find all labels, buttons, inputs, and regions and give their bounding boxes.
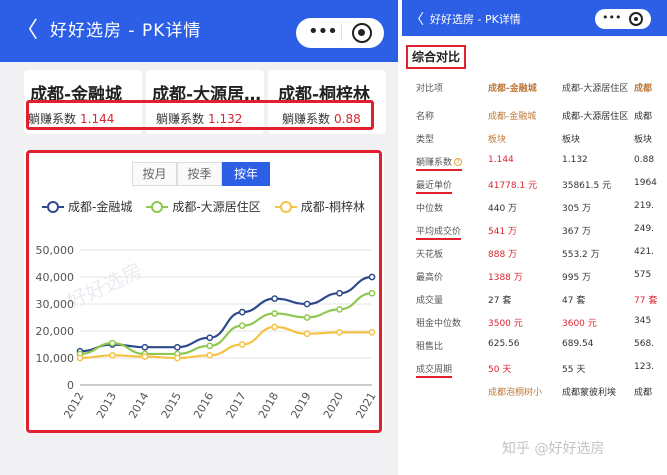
row-value: 0.88: [634, 155, 655, 165]
table-row: 类型 板块 板块 板块: [402, 127, 667, 150]
row-label: 名称: [416, 112, 435, 122]
header-cell: 对比项: [416, 84, 444, 94]
row-value: 553.2 万: [562, 250, 600, 260]
row-label: 中位数: [416, 204, 444, 214]
row-value: 689.54: [562, 339, 594, 349]
row-value: 421.: [634, 247, 655, 257]
help-icon[interactable]: ?: [454, 158, 463, 166]
table-row: 成都泡桐树小 成都蒙彼利埃 成都: [402, 380, 667, 403]
row-value: 3600 元: [562, 319, 597, 329]
nav-bar: 〈 好好选房 - PK详情 •••: [402, 0, 667, 36]
more-icon[interactable]: •••: [602, 11, 621, 25]
close-target-icon[interactable]: [629, 12, 643, 26]
row-value: 1.144: [488, 155, 514, 165]
row-value: 成都蒙彼利埃: [562, 388, 617, 398]
nav-bar: 〈 好好选房 - PK详情 •••: [0, 0, 398, 62]
page-title: 好好选房 - PK详情: [430, 13, 521, 26]
close-target-icon[interactable]: [352, 23, 372, 43]
row-label: 最近单价: [416, 178, 453, 194]
table-row: 租金中位数 3500 元 3600 元 345: [402, 311, 667, 334]
row-value: 50 天: [488, 365, 512, 375]
miniprogram-capsule: •••: [296, 18, 384, 48]
bottom-area: [0, 440, 398, 475]
row-value: 成都泡桐树小: [488, 388, 543, 398]
miniprogram-capsule: •••: [595, 9, 651, 29]
row-value: 1964: [634, 178, 657, 188]
row-value: 板块: [634, 135, 653, 145]
row-label: 躺赚系数?: [416, 155, 463, 171]
table-row: 名称 成都-金融城 成都-大源居住区 成都: [402, 104, 667, 127]
row-value: 888 万: [488, 250, 518, 260]
table-row: 租售比 625.56 689.54 568.: [402, 334, 667, 357]
table-row: 天花板 888 万 553.2 万 421.: [402, 242, 667, 265]
table-row: 中位数 440 万 305 万 219.: [402, 196, 667, 219]
row-value: 568.: [634, 339, 655, 349]
row-label: 最高价: [416, 273, 444, 283]
row-label: 平均成交价: [416, 224, 462, 240]
right-screen: 〈 好好选房 - PK详情 ••• 综合对比 对比项 成都-金融城 成都-大源居…: [398, 0, 667, 475]
table-row: 最高价 1388 万 995 万 575: [402, 265, 667, 288]
capsule-divider: [341, 25, 342, 41]
row-label: 租金中位数: [416, 319, 462, 329]
row-value: 77 套: [634, 296, 658, 306]
row-label: 成交周期: [416, 362, 453, 378]
table-row: 成交周期 50 天 55 天 123.: [402, 357, 667, 380]
table-row: 最近单价 41778.1 元 35861.5 元 1964: [402, 173, 667, 196]
row-value: 541 万: [488, 227, 518, 237]
annotation-box: [26, 150, 382, 433]
row-value: 345: [634, 316, 652, 326]
table-row: 躺赚系数? 1.144 1.132 0.88: [402, 150, 667, 173]
row-value: 995 万: [562, 273, 592, 283]
table-row: 成交量 27 套 47 套 77 套: [402, 288, 667, 311]
back-icon[interactable]: 〈: [410, 9, 424, 29]
row-value: 367 万: [562, 227, 592, 237]
row-label: 天花板: [416, 250, 444, 260]
section-title: 综合对比: [406, 45, 466, 69]
row-label: 类型: [416, 135, 435, 145]
row-value: 47 套: [562, 296, 586, 306]
page-title: 好好选房 - PK详情: [50, 21, 202, 41]
header-cell: 成都-金融城: [488, 84, 537, 94]
row-value: 219.: [634, 201, 655, 211]
row-value: 27 套: [488, 296, 512, 306]
annotation-box: [26, 100, 374, 130]
footer-watermark: 知乎 @好好选房: [502, 441, 605, 457]
row-value: 3500 元: [488, 319, 523, 329]
row-value: 成都: [634, 112, 653, 122]
row-value: 板块: [488, 135, 507, 145]
table-row: 平均成交价 541 万 367 万 249.: [402, 219, 667, 242]
row-label: 成交量: [416, 296, 444, 306]
row-value: 305 万: [562, 204, 592, 214]
back-icon[interactable]: 〈: [16, 18, 38, 44]
row-value: 成都: [634, 388, 653, 398]
more-icon[interactable]: •••: [308, 22, 338, 42]
row-value: 35861.5 元: [562, 181, 612, 191]
left-screen: 〈 好好选房 - PK详情 ••• 成都-金融城 躺赚系数 1.144 成都-大源…: [0, 0, 398, 475]
table-header: 对比项 成都-金融城 成都-大源居住区 成都: [402, 76, 667, 99]
row-value: 成都-大源居住区: [562, 112, 629, 122]
header-cell: 成都-大源居住区: [562, 84, 629, 94]
header-cell: 成都: [634, 84, 653, 94]
row-value: 板块: [562, 135, 581, 145]
row-value: 575: [634, 270, 652, 280]
row-value: 41778.1 元: [488, 181, 538, 191]
row-value: 1.132: [562, 155, 588, 165]
row-value: 249.: [634, 224, 655, 234]
row-value: 440 万: [488, 204, 518, 214]
row-value: 123.: [634, 362, 655, 372]
row-value: 55 天: [562, 365, 586, 375]
row-label: 租售比: [416, 342, 444, 352]
row-value: 625.56: [488, 339, 520, 349]
row-value: 成都-金融城: [488, 112, 537, 122]
row-value: 1388 万: [488, 273, 523, 283]
